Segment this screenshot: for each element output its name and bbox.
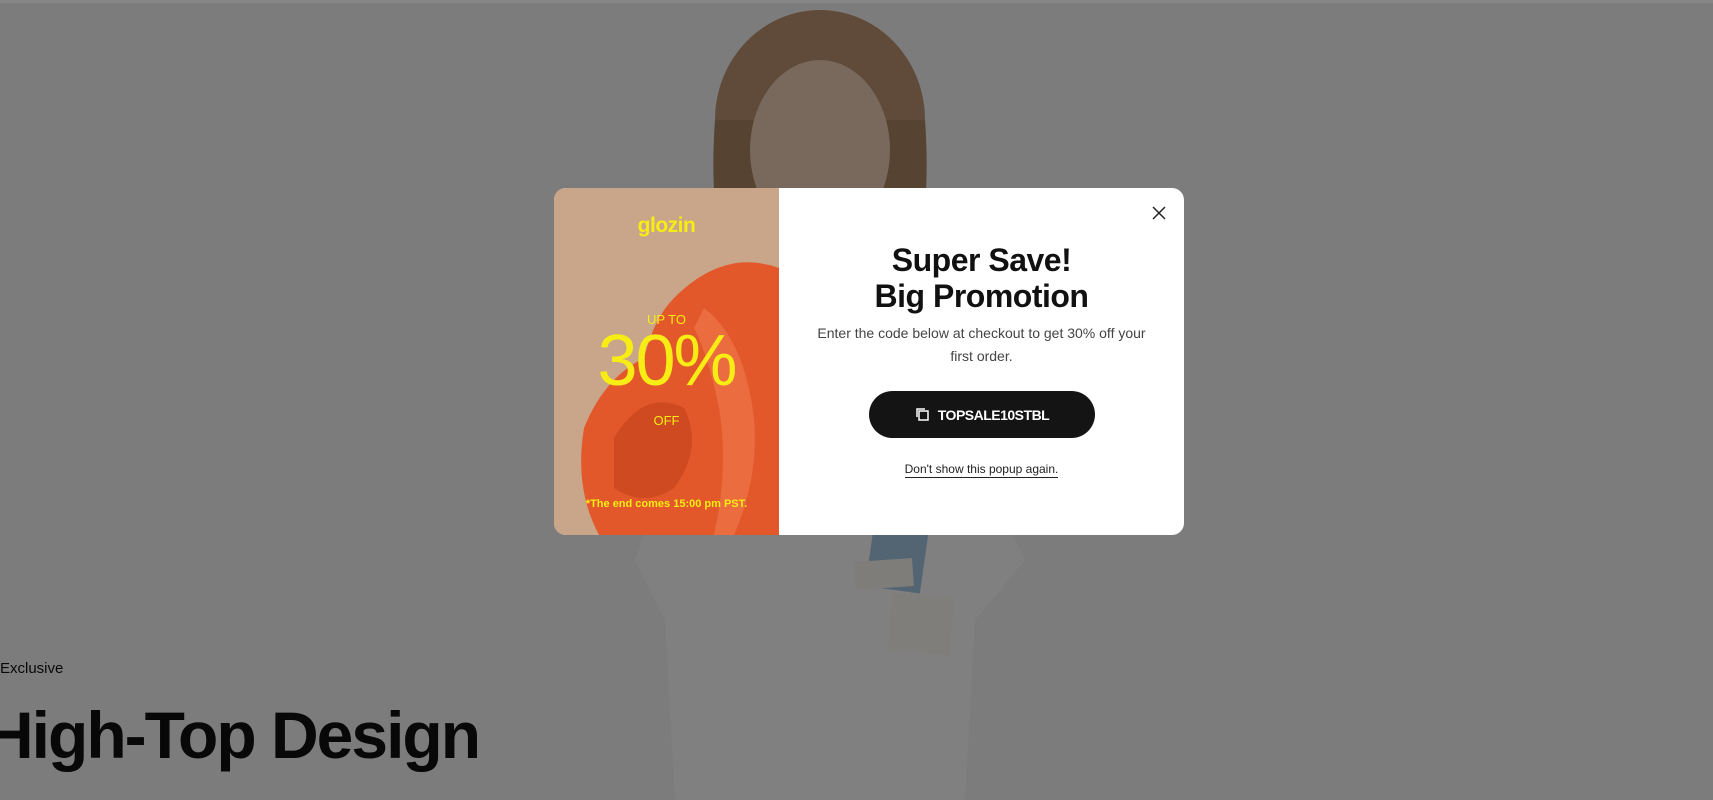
popup-headline: Super Save! Big Promotion xyxy=(779,242,1184,314)
dont-show-again-link[interactable]: Don't show this popup again. xyxy=(904,462,1059,478)
promo-popup: glozin UP TO 30% OFF *The end comes 15:0… xyxy=(554,188,1184,535)
close-icon xyxy=(1152,206,1166,220)
page: Exclusive High-Top Design glozin UP TO 3… xyxy=(0,0,1713,800)
promo-percent: 30% xyxy=(597,321,737,401)
headline-line-2: Big Promotion xyxy=(874,278,1089,314)
promo-off: OFF xyxy=(653,413,680,428)
copy-code-button[interactable]: TOPSALE10STBL xyxy=(869,391,1095,438)
dont-show-again: Don't show this popup again. xyxy=(779,462,1184,478)
promo-image-panel: glozin UP TO 30% OFF *The end comes 15:0… xyxy=(554,188,779,535)
promo-code: TOPSALE10STBL xyxy=(937,406,1050,423)
brand-logo: glozin xyxy=(637,214,696,237)
top-bar xyxy=(0,0,1713,3)
promo-content-panel: Super Save! Big Promotion Enter the code… xyxy=(779,188,1184,535)
popup-description: Enter the code below at checkout to get … xyxy=(817,325,1146,364)
copy-icon xyxy=(916,408,929,421)
close-button[interactable] xyxy=(1148,202,1170,224)
promo-end-note: *The end comes 15:00 pm PST. xyxy=(585,498,748,510)
headline-line-1: Super Save! xyxy=(891,242,1072,278)
